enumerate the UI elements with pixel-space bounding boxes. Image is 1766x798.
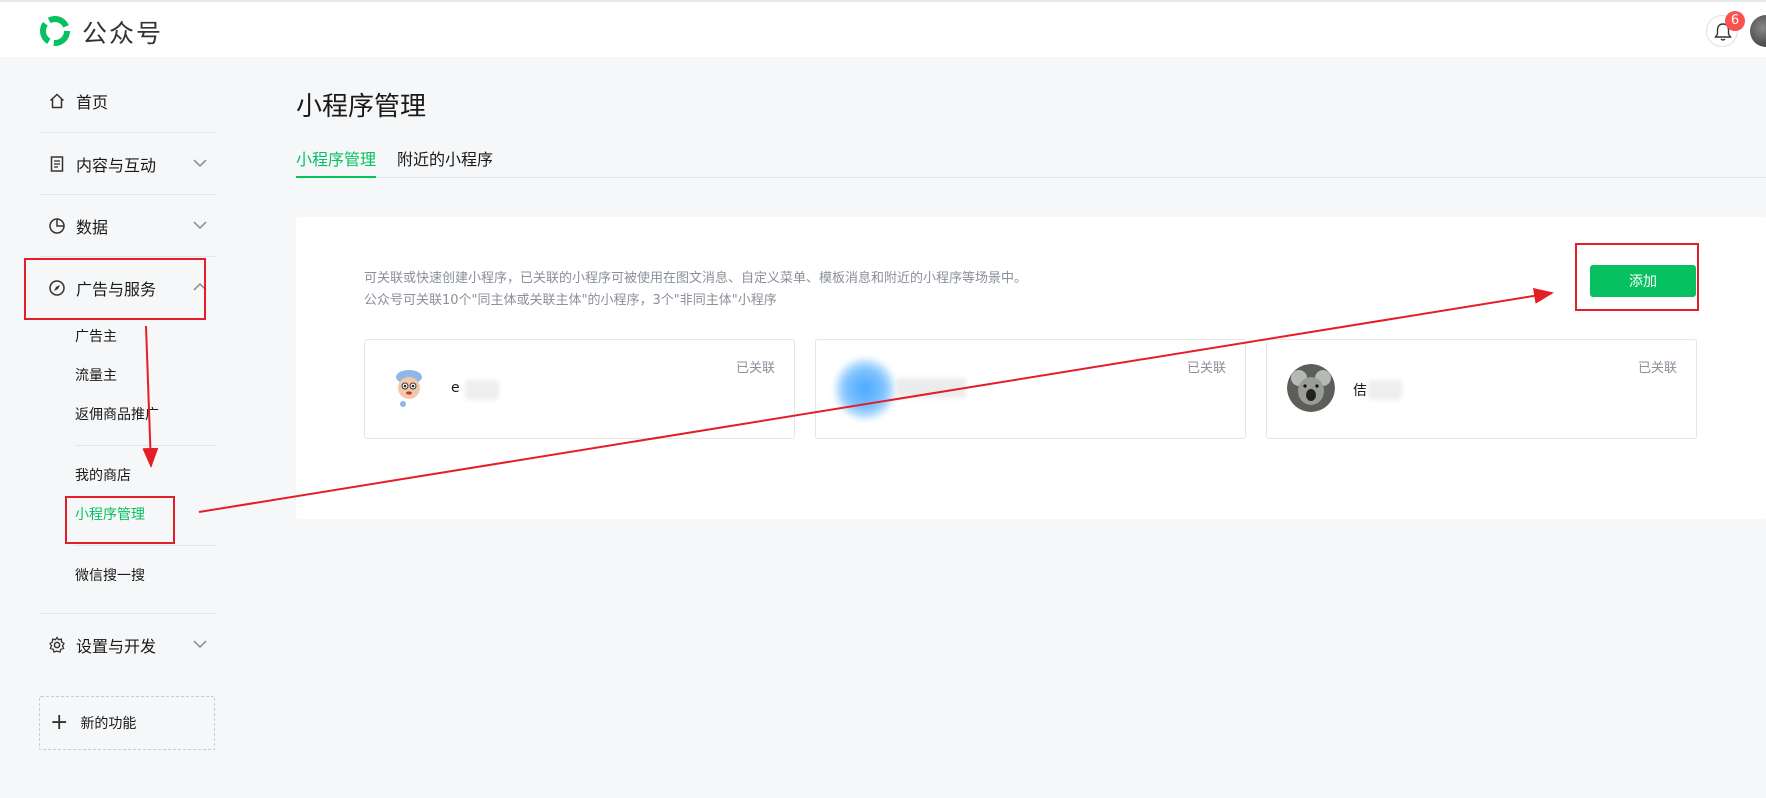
linked-status: 已关联 (1637, 361, 1677, 376)
brand-name: 公众号 (82, 19, 164, 48)
gear-icon (49, 636, 65, 653)
sidebar-item-content[interactable]: 内容与互动 (39, 133, 216, 195)
divider (75, 445, 216, 446)
chevron-down-icon (193, 159, 207, 168)
mini-program-avatar (1287, 364, 1335, 412)
sidebar: 首页 内容与互动 数据 广告与服务 广告主 流量主 返佣商品推广 我的商店 小程… (0, 57, 240, 798)
mini-program-name: e (451, 380, 460, 396)
annotation-box-add-button (1575, 243, 1699, 311)
sidebar-item-data[interactable]: 数据 (39, 195, 216, 257)
annotation-box-ads-services (24, 258, 206, 320)
linked-status: 已关联 (735, 361, 775, 376)
mini-program-panel: 可关联或快速创建小程序，已关联的小程序可被使用在图文消息、自定义菜单、模板消息和… (296, 217, 1766, 519)
redacted-name-mask (1368, 380, 1402, 400)
redacted-name-mask (465, 380, 499, 400)
description-line-2: 公众号可关联10个"同主体或关联主体"的小程序，3个"非同主体"小程序 (364, 293, 777, 308)
mini-program-card[interactable]: 已关联 (815, 339, 1246, 439)
home-icon (49, 93, 65, 109)
sidebar-subitem-my-store[interactable]: 我的商店 (75, 466, 131, 486)
sidebar-subitem-commission-promotion[interactable]: 返佣商品推广 (75, 405, 159, 425)
top-bar: 公众号 6 (0, 0, 1766, 57)
mini-program-avatar (385, 364, 433, 412)
tab-nearby-mini-programs[interactable]: 附近的小程序 (397, 146, 493, 178)
user-avatar[interactable] (1750, 15, 1766, 47)
page-title: 小程序管理 (296, 92, 427, 122)
mini-program-name: 佶 (1353, 383, 1367, 399)
annotation-box-mini-program-management (65, 496, 175, 544)
mini-program-avatar (834, 358, 896, 420)
document-icon (50, 156, 64, 172)
chevron-down-icon (193, 640, 207, 649)
sidebar-item-label: 内容与互动 (76, 156, 157, 175)
new-feature-label: 新的功能 (80, 716, 137, 732)
sidebar-item-label: 首页 (76, 93, 109, 112)
sidebar-item-home[interactable]: 首页 (39, 70, 216, 132)
chevron-down-icon (193, 221, 207, 230)
mini-program-card[interactable]: e 已关联 (364, 339, 795, 439)
sidebar-item-label: 设置与开发 (76, 637, 157, 656)
new-feature-button[interactable]: + 新的功能 (39, 696, 215, 750)
sidebar-item-settings[interactable]: 设置与开发 (39, 614, 216, 676)
wechat-official-account-logo-icon[interactable] (38, 14, 72, 48)
pie-chart-icon (49, 218, 65, 234)
mini-program-card[interactable]: 佶 已关联 (1266, 339, 1697, 439)
sidebar-item-label: 数据 (76, 218, 109, 237)
notification-count-badge: 6 (1725, 11, 1745, 31)
linked-status: 已关联 (1186, 361, 1226, 376)
description-line-1: 可关联或快速创建小程序，已关联的小程序可被使用在图文消息、自定义菜单、模板消息和… (364, 271, 1028, 286)
sidebar-subitem-wechat-search[interactable]: 微信搜一搜 (75, 566, 145, 586)
tab-mini-program-management[interactable]: 小程序管理 (296, 146, 377, 178)
redacted-name-mask (896, 378, 966, 398)
plus-icon: + (50, 710, 69, 735)
tab-bar: 小程序管理 附近的小程序 (296, 142, 1766, 178)
sidebar-subitem-advertiser[interactable]: 广告主 (75, 327, 117, 347)
sidebar-subitem-publisher[interactable]: 流量主 (75, 366, 117, 386)
divider (75, 545, 216, 546)
